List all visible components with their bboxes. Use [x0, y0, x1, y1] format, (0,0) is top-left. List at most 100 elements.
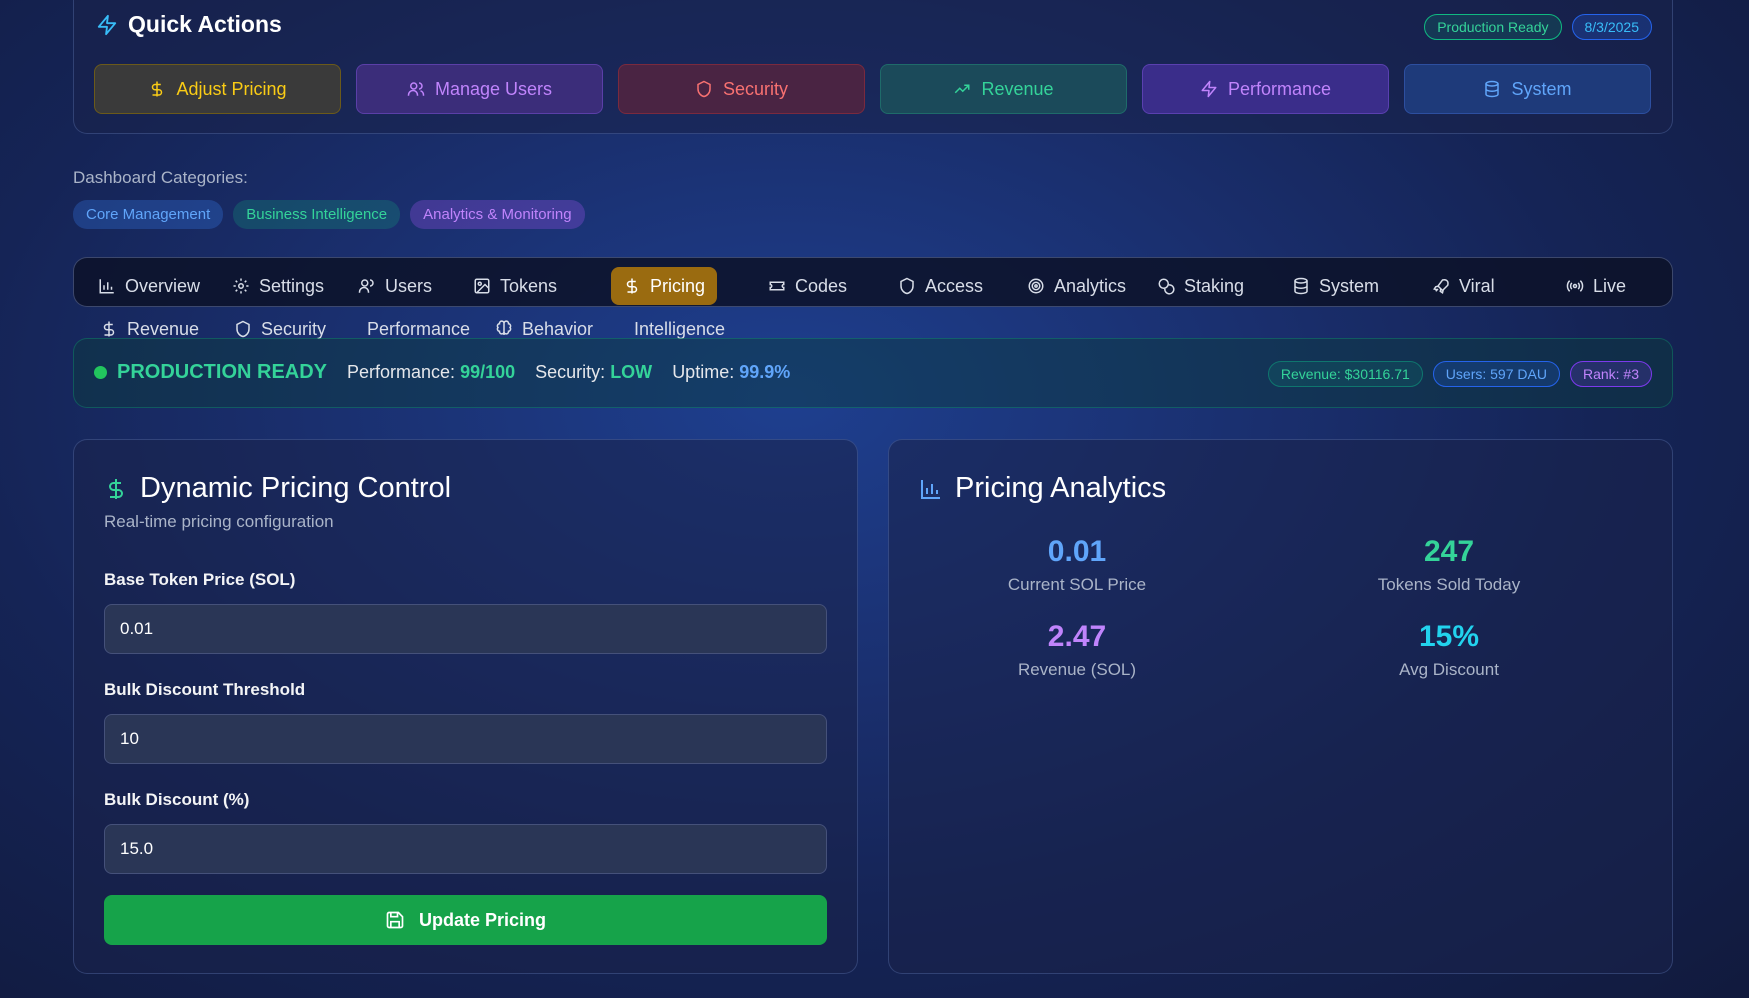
performance-button[interactable]: Performance [1142, 64, 1389, 114]
tab-label: Codes [795, 275, 848, 296]
rank-pill: Rank: #3 [1569, 361, 1652, 387]
bulk-discount-label: Bulk Discount (%) [104, 790, 250, 809]
coins-icon [1158, 278, 1175, 295]
tab-label: Tokens [500, 275, 558, 296]
tab-codes[interactable]: Codes [756, 267, 859, 305]
dollar-icon [103, 321, 115, 337]
performance-stat: Performance: 99/100 [347, 362, 515, 383]
shield-icon [697, 80, 711, 98]
tab-label: Revenue [127, 318, 200, 339]
date-badge: 8/3/2025 [1571, 14, 1652, 40]
pricing-analytics-card: Pricing Analytics 0.01 Current SOL Price… [888, 439, 1673, 974]
metric-tokens-sold: 247 Tokens Sold Today [1263, 535, 1635, 595]
radio-waves-icon [1566, 280, 1584, 292]
update-pricing-button[interactable]: Update Pricing [104, 895, 827, 945]
bar-chart-icon [99, 279, 114, 294]
dollar-icon [626, 278, 638, 294]
pricing-analytics-title: Pricing Analytics [955, 472, 1167, 504]
rocket-icon [1433, 279, 1449, 294]
category-business-intelligence[interactable]: Business Intelligence [233, 200, 401, 229]
tab-label: Behavior [522, 318, 594, 339]
revenue-pill: Revenue: $30116.71 [1267, 361, 1423, 387]
dashboard-categories-label: Dashboard Categories: [73, 168, 248, 187]
tab-settings[interactable]: Settings [220, 267, 336, 305]
tab-label: Overview [125, 275, 201, 296]
security-stat: Security: LOW [535, 362, 652, 383]
ticket-icon [769, 281, 785, 291]
tab-label: Settings [259, 275, 325, 296]
tab-overview[interactable]: Overview [86, 267, 212, 305]
system-button[interactable]: System [1404, 64, 1651, 114]
revenue-button[interactable]: Revenue [880, 64, 1127, 114]
tab-users[interactable]: Users [346, 267, 444, 305]
metric-label: Tokens Sold Today [1377, 575, 1521, 594]
tab-pricing[interactable]: Pricing [611, 267, 718, 305]
performance-stat-value: 99/100 [460, 362, 516, 382]
trending-up-icon [955, 84, 970, 94]
image-icon [474, 278, 490, 294]
zap-icon [1201, 80, 1217, 98]
tab-label: Staking [1184, 275, 1245, 296]
system-label: System [1511, 78, 1572, 99]
tab-tokens[interactable]: Tokens [461, 267, 569, 305]
category-chips: Core Management Business Intelligence An… [73, 200, 585, 229]
tab-label: Users [385, 275, 433, 296]
base-price-input[interactable] [104, 604, 827, 654]
adjust-pricing-button[interactable]: Adjust Pricing [94, 64, 341, 114]
pricing-control-title: Dynamic Pricing Control [140, 472, 452, 504]
update-pricing-label: Update Pricing [418, 909, 547, 930]
metric-value: 247 [1423, 535, 1475, 568]
tab-staking[interactable]: Staking [1145, 267, 1256, 305]
tab-live[interactable]: Live [1554, 267, 1638, 305]
save-icon [386, 911, 404, 929]
tab-bar: Overview Settings Users Tokens Pricing C… [73, 257, 1673, 307]
manage-users-button[interactable]: Manage Users [356, 64, 603, 114]
database-icon [1485, 80, 1500, 98]
production-ready-badge: Production Ready [1424, 14, 1562, 40]
bulk-discount-input[interactable] [104, 824, 827, 874]
gear-icon [233, 278, 249, 294]
bar-chart-icon [921, 479, 940, 499]
pricing-control-subtitle: Real-time pricing configuration [104, 512, 334, 531]
database-icon [1294, 277, 1308, 295]
pricing-analytics-heading: Pricing Analytics [919, 472, 1166, 505]
metric-label: Revenue (SOL) [1017, 660, 1137, 679]
pricing-control-card: Dynamic Pricing Control Real-time pricin… [73, 439, 858, 974]
category-analytics-monitoring[interactable]: Analytics & Monitoring [410, 200, 585, 229]
performance-stat-label: Performance: [347, 362, 456, 382]
uptime-stat-value: 99.9% [739, 362, 791, 382]
category-core-management[interactable]: Core Management [73, 200, 224, 229]
metric-avg-discount: 15% Avg Discount [1263, 620, 1635, 680]
status-dot [94, 366, 107, 379]
bulk-threshold-label: Bulk Discount Threshold [104, 680, 306, 699]
pricing-control-heading: Dynamic Pricing Control [104, 472, 451, 505]
tab-analytics[interactable]: Analytics [1015, 267, 1138, 305]
tab-viral[interactable]: Viral [1420, 267, 1507, 305]
metric-revenue-sol: 2.47 Revenue (SOL) [891, 620, 1263, 680]
tab-access[interactable]: Access [886, 267, 995, 305]
dollar-icon [152, 81, 163, 97]
tab-label: Security [261, 318, 327, 339]
shield-icon [900, 277, 914, 295]
brain-icon [496, 320, 512, 335]
bulk-threshold-input[interactable] [104, 714, 827, 764]
metric-value: 2.47 [1047, 620, 1107, 653]
tab-label: Pricing [650, 275, 706, 296]
shield-icon [236, 320, 250, 338]
security-button[interactable]: Security [618, 64, 865, 114]
target-icon [1028, 278, 1044, 294]
quick-actions-heading: Quick Actions [96, 11, 282, 38]
dollar-icon [109, 478, 123, 499]
quick-actions-title: Quick Actions [128, 11, 282, 37]
metric-current-sol-price: 0.01 Current SOL Price [891, 535, 1263, 595]
metric-value: 15% [1418, 620, 1480, 653]
metric-label: Avg Discount [1399, 660, 1499, 679]
tab-system[interactable]: System [1280, 267, 1391, 305]
users-icon [358, 279, 374, 293]
tab-label: Intelligence [634, 318, 726, 339]
uptime-stat: Uptime: 99.9% [672, 362, 790, 383]
metric-label: Current SOL Price [1007, 575, 1147, 594]
users-pill: Users: 597 DAU [1432, 361, 1560, 387]
production-status-label: PRODUCTION READY [117, 361, 328, 383]
production-status: PRODUCTION READY [94, 361, 327, 384]
